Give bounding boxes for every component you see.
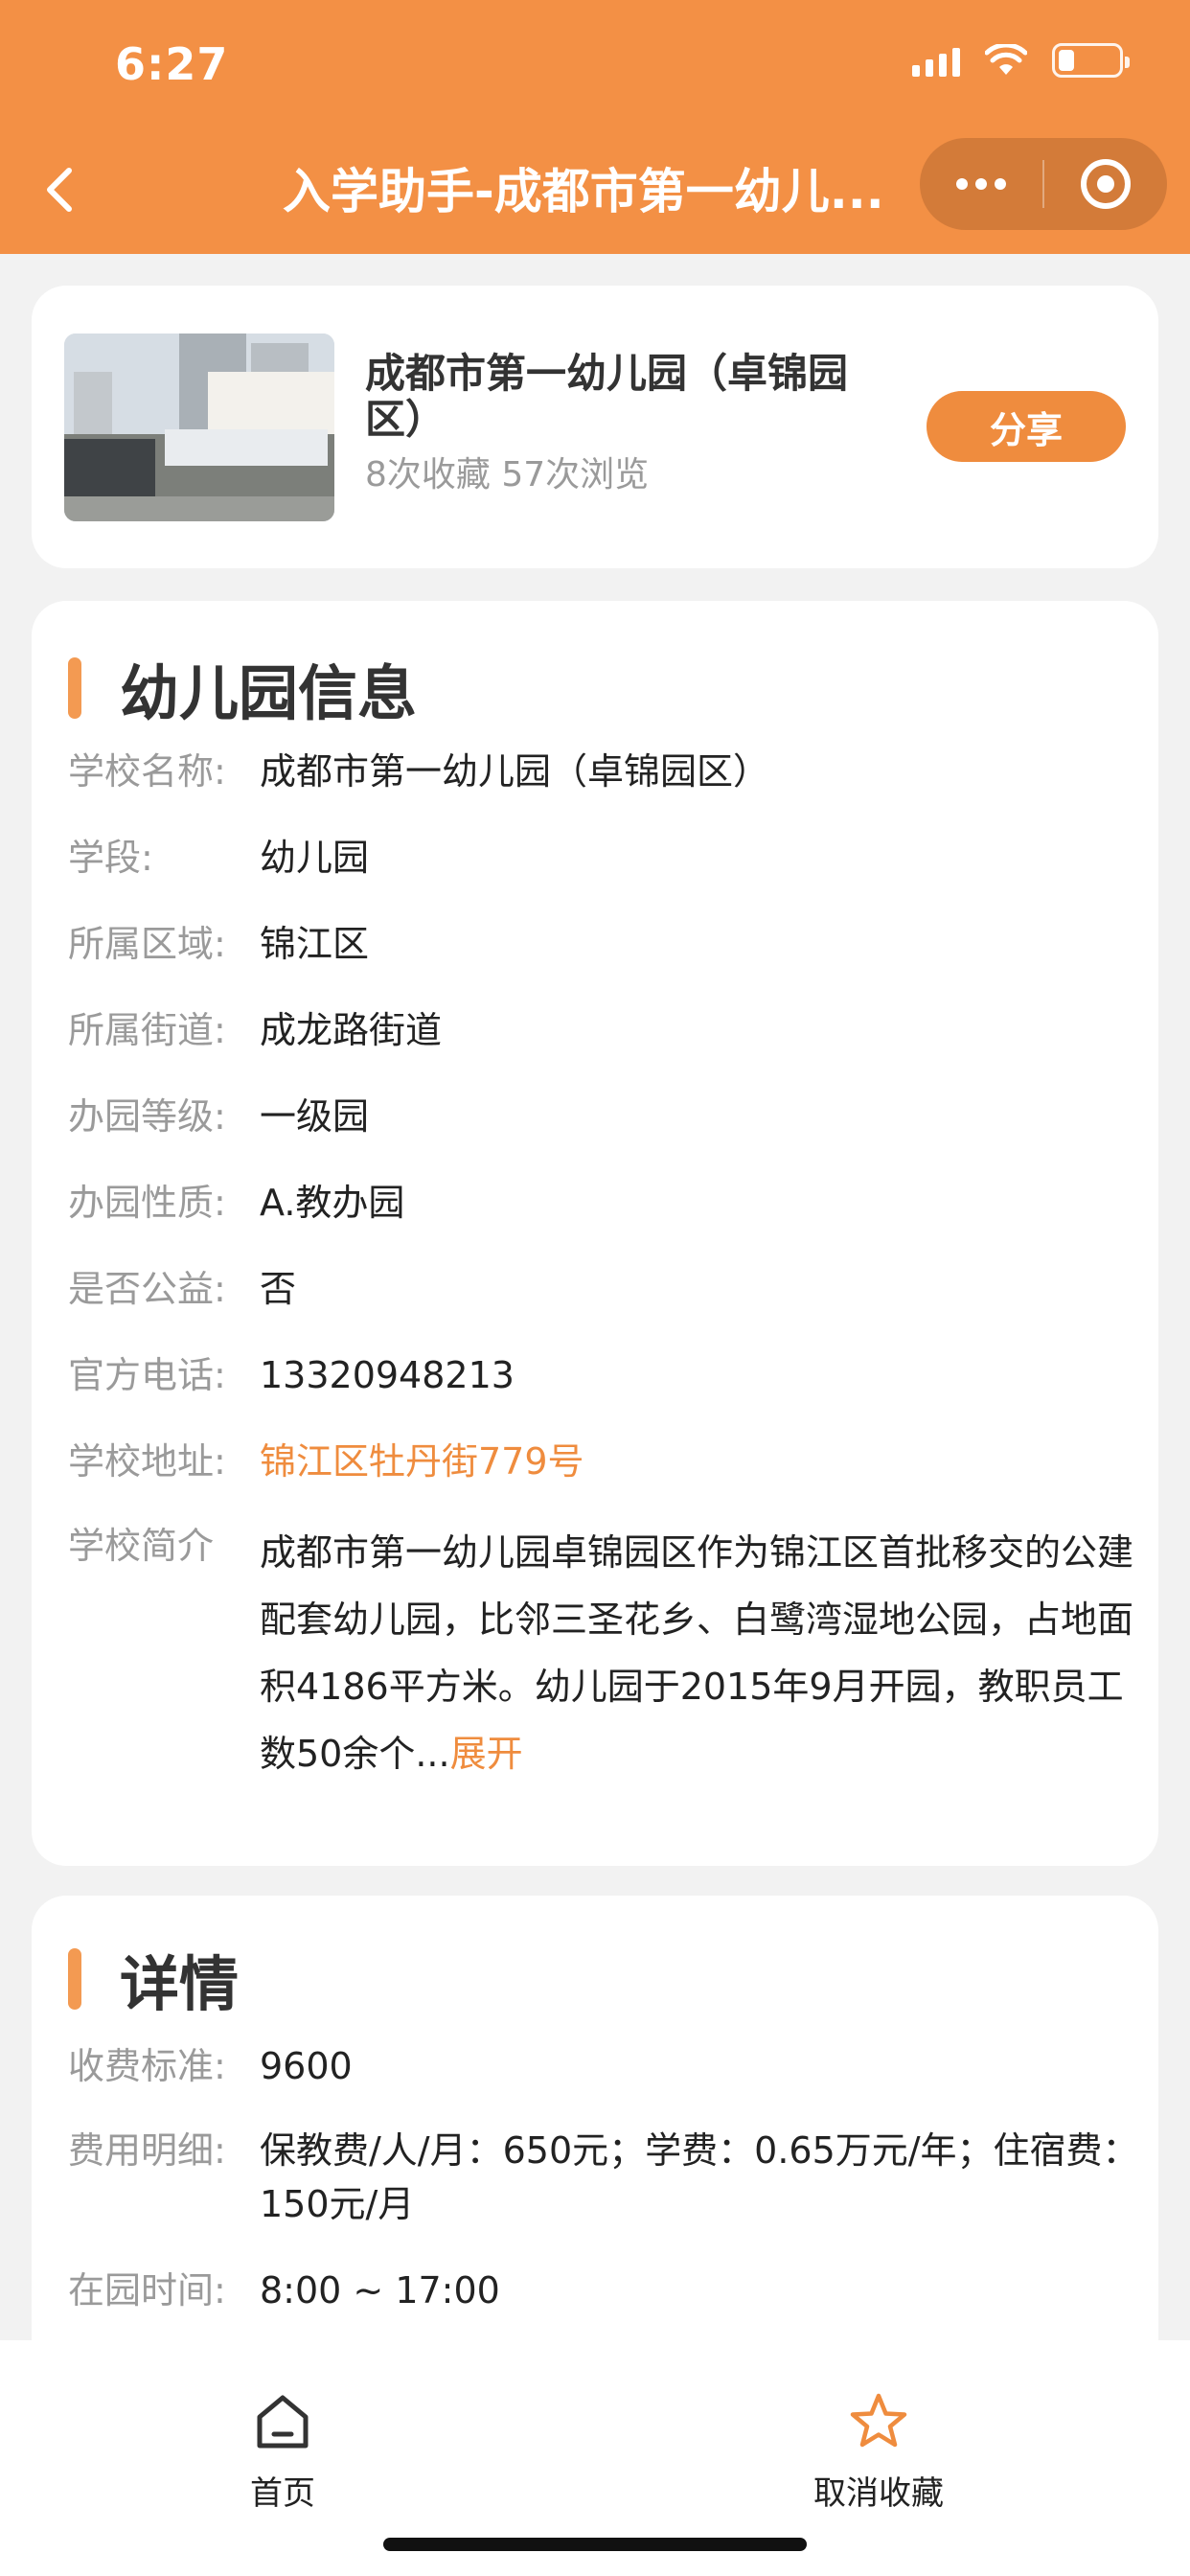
section-header: 详情 <box>68 1936 239 2022</box>
section-header: 幼儿园信息 <box>68 645 417 731</box>
info-row: 学段: 幼儿园 <box>68 831 1141 885</box>
info-value: A.教办园 <box>260 1182 405 1224</box>
status-bar: 6:27 <box>0 0 1190 134</box>
info-row: 学校地址: 锦江区牡丹街779号 <box>68 1435 1141 1488</box>
address-link[interactable]: 锦江区牡丹街779号 <box>260 1435 1141 1488</box>
home-icon <box>257 2395 309 2449</box>
expand-link[interactable]: 展开 <box>450 1733 523 1775</box>
more-icon[interactable] <box>920 138 1042 230</box>
section-title: 幼儿园信息 <box>120 658 418 728</box>
info-value: 幼儿园 <box>260 837 370 879</box>
intro-label: 学校简介 <box>68 1525 215 1567</box>
kindergarten-info-card: 幼儿园信息 学校名称: 成都市第一幼儿园（卓锦园区） 学段: 幼儿园 所属区域:… <box>32 601 1158 1866</box>
intro-text: 成都市第一幼儿园卓锦园区作为锦江区首批移交的公建配套幼儿园，比邻三圣花乡、白鹭湾… <box>260 1531 1134 1775</box>
intro-value: 成都市第一幼儿园卓锦园区作为锦江区首批移交的公建配套幼儿园，比邻三圣花乡、白鹭湾… <box>260 1519 1141 1787</box>
detail-value: 保教费/人/月：650元；学费：0.65万元/年；住宿费：150元/月 <box>260 2129 1139 2225</box>
info-value: 否 <box>260 1268 297 1310</box>
signal-icon <box>912 44 960 77</box>
tab-unfavorite[interactable]: 取消收藏 <box>754 2390 1003 2514</box>
detail-value: 8:00 ~ 17:00 <box>260 2269 500 2312</box>
info-label: 办园等级: <box>68 1095 226 1138</box>
detail-row: 在园时间: 8:00 ~ 17:00 <box>68 2264 1141 2317</box>
nav-bar: 入学助手-成都市第一幼儿... <box>0 134 1190 240</box>
info-label: 所属区域: <box>68 923 226 965</box>
tab-home[interactable]: 首页 <box>158 2390 407 2514</box>
detail-label: 费用明细: <box>68 2129 226 2172</box>
info-row: 办园性质: A.教办园 <box>68 1176 1141 1230</box>
detail-row: 收费标准: 9600 <box>68 2039 1141 2093</box>
info-value: 成龙路街道 <box>260 1009 443 1051</box>
info-row: 是否公益: 否 <box>68 1262 1141 1316</box>
status-time: 6:27 <box>115 38 229 90</box>
home-indicator <box>383 2538 807 2551</box>
tab-unfavorite-label: 取消收藏 <box>813 2474 944 2513</box>
info-row: 所属区域: 锦江区 <box>68 917 1141 971</box>
section-accent-bar <box>68 657 81 719</box>
page-title: 入学助手-成都市第一幼儿... <box>283 164 884 219</box>
detail-row: 费用明细: 保教费/人/月：650元；学费：0.65万元/年；住宿费：150元/… <box>68 2124 1141 2231</box>
school-photo <box>64 334 334 521</box>
info-row: 办园等级: 一级园 <box>68 1090 1141 1143</box>
school-stats: 8次收藏 57次浏览 <box>365 455 650 494</box>
status-icons <box>912 43 1130 78</box>
info-row: 官方电话: 13320948213 <box>68 1348 1141 1402</box>
info-value: 成都市第一幼儿园（卓锦园区） <box>260 750 770 793</box>
info-label: 学校地址: <box>68 1440 226 1483</box>
info-value: 锦江区 <box>260 923 370 965</box>
intro-row: 学校简介 成都市第一幼儿园卓锦园区作为锦江区首批移交的公建配套幼儿园，比邻三圣花… <box>68 1519 1141 1787</box>
section-title: 详情 <box>120 1949 240 2019</box>
star-icon <box>850 2393 907 2448</box>
header: 6:27 入学助手-成都市第一幼儿... <box>0 0 1190 254</box>
info-value: 一级园 <box>260 1095 370 1138</box>
info-row: 所属街道: 成龙路街道 <box>68 1003 1141 1057</box>
battery-level <box>1059 50 1074 71</box>
share-button[interactable]: 分享 <box>927 391 1126 462</box>
mini-program-capsule <box>920 138 1167 230</box>
tab-home-label: 首页 <box>250 2474 315 2513</box>
school-summary-card: 成都市第一幼儿园（卓锦园区） 8次收藏 57次浏览 分享 <box>32 286 1158 568</box>
phone-value[interactable]: 13320948213 <box>260 1348 1141 1402</box>
section-accent-bar <box>68 1948 81 2010</box>
info-label: 办园性质: <box>68 1182 226 1224</box>
battery-icon <box>1052 43 1130 78</box>
page: 6:27 入学助手-成都市第一幼儿... 成都市第一幼儿园（卓锦园区） 8次收藏… <box>0 0 1190 2576</box>
info-label: 所属街道: <box>68 1009 226 1051</box>
info-label: 学校名称: <box>68 750 226 793</box>
close-capsule-icon[interactable] <box>1044 138 1167 230</box>
wifi-icon <box>985 44 1027 77</box>
detail-label: 收费标准: <box>68 2045 226 2087</box>
info-label: 学段: <box>68 837 153 879</box>
back-icon[interactable] <box>36 161 84 218</box>
info-label: 是否公益: <box>68 1268 226 1310</box>
detail-value: 9600 <box>260 2045 353 2087</box>
detail-label: 在园时间: <box>68 2269 226 2312</box>
school-name: 成都市第一幼儿园（卓锦园区） <box>365 350 849 443</box>
info-row: 学校名称: 成都市第一幼儿园（卓锦园区） <box>68 745 1141 798</box>
info-label: 官方电话: <box>68 1354 226 1396</box>
